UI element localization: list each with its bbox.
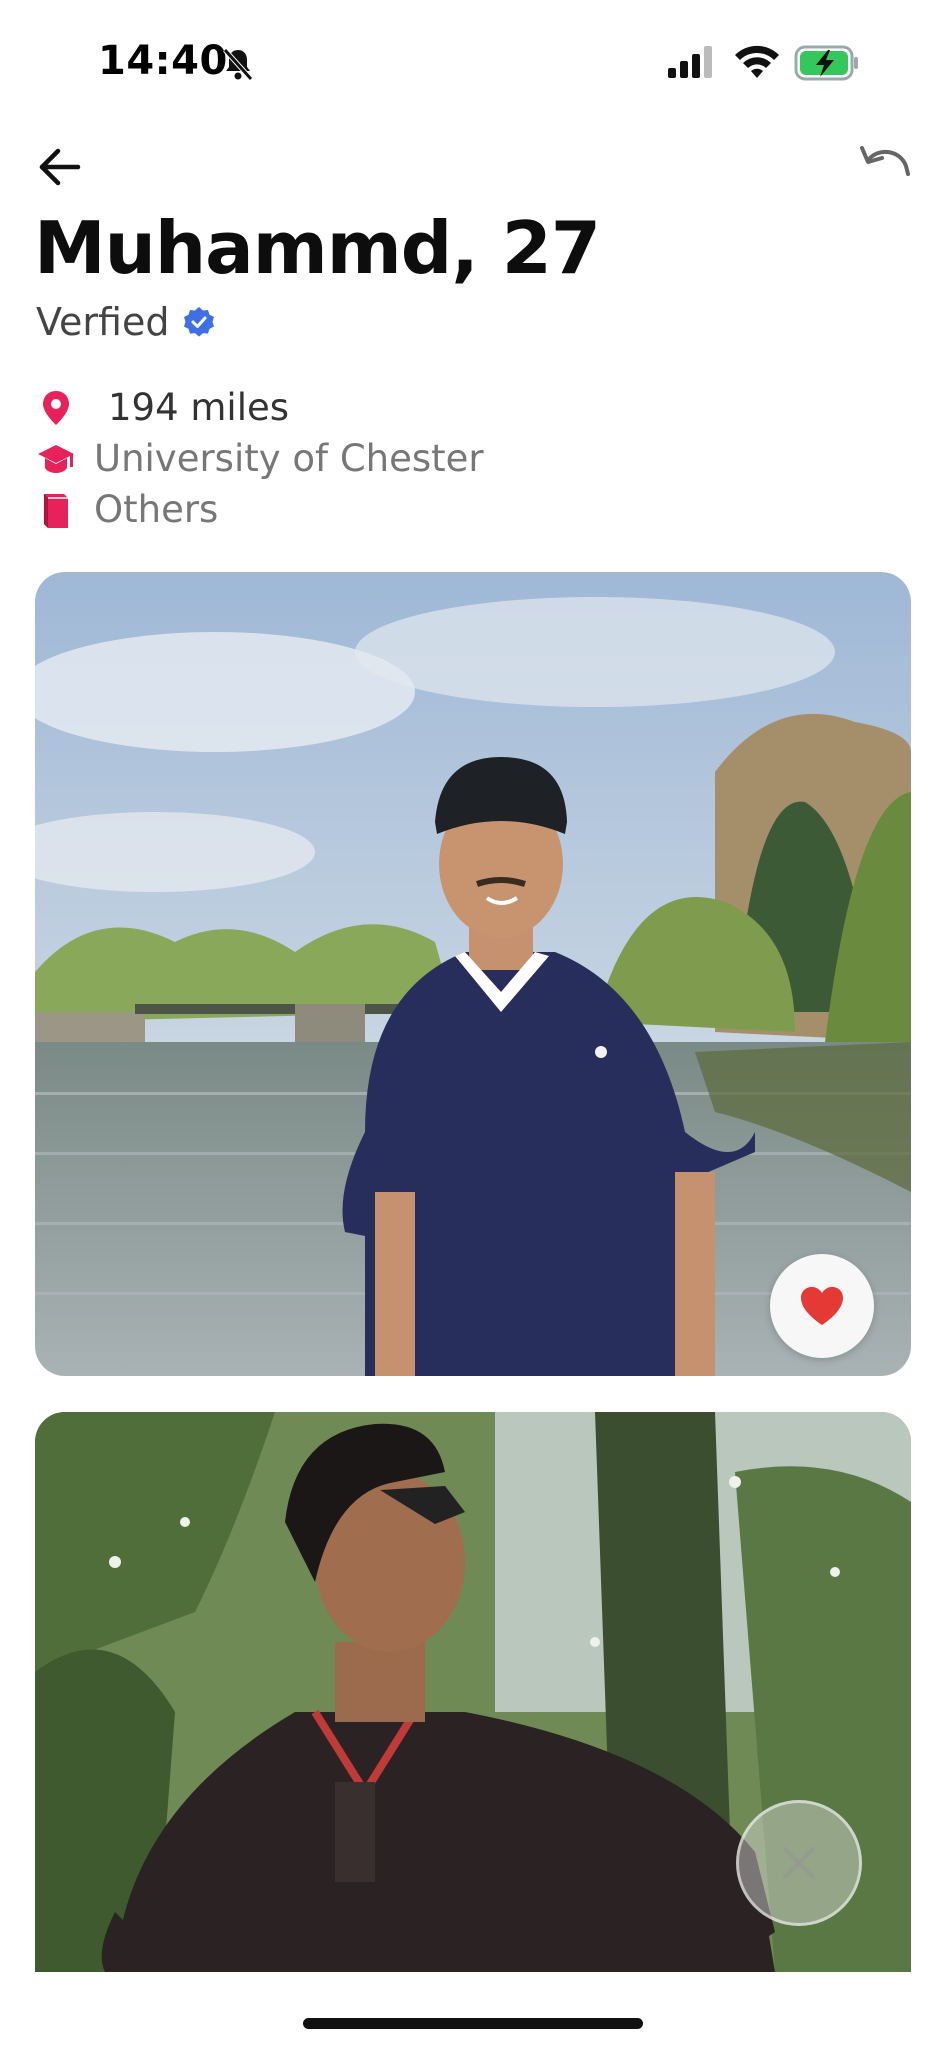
detail-distance: 194 miles bbox=[36, 386, 289, 429]
profile-photo-1[interactable] bbox=[35, 572, 911, 1376]
dismiss-button[interactable] bbox=[736, 1800, 862, 1926]
verified-label: Verfied bbox=[36, 300, 170, 344]
wifi-icon bbox=[735, 45, 779, 78]
home-indicator[interactable] bbox=[303, 2018, 643, 2029]
photo-1-image bbox=[35, 572, 911, 1376]
signal-icon bbox=[668, 46, 712, 78]
detail-field: Others bbox=[36, 488, 218, 531]
like-button[interactable] bbox=[770, 1254, 874, 1358]
arrow-left-icon bbox=[39, 148, 81, 186]
verified-badge-icon bbox=[184, 307, 215, 337]
undo-button[interactable] bbox=[856, 142, 914, 188]
undo-icon bbox=[860, 146, 910, 176]
location-pin-icon bbox=[43, 390, 69, 425]
heart-icon bbox=[801, 1287, 843, 1325]
battery-charging-icon bbox=[794, 45, 858, 81]
verified-row: Verfied bbox=[36, 300, 215, 344]
distance-text: 194 miles bbox=[108, 386, 290, 429]
close-icon bbox=[783, 1847, 815, 1879]
bell-slash-icon bbox=[223, 48, 253, 81]
status-time: 14:40 bbox=[98, 38, 228, 84]
back-button[interactable] bbox=[34, 142, 88, 192]
field-text: Others bbox=[94, 488, 219, 531]
detail-education: University of Chester bbox=[36, 437, 484, 480]
graduation-cap-icon bbox=[38, 444, 74, 473]
profile-name-age: Muhammd, 27 bbox=[34, 206, 601, 290]
book-icon bbox=[44, 493, 68, 528]
education-text: University of Chester bbox=[94, 437, 484, 480]
